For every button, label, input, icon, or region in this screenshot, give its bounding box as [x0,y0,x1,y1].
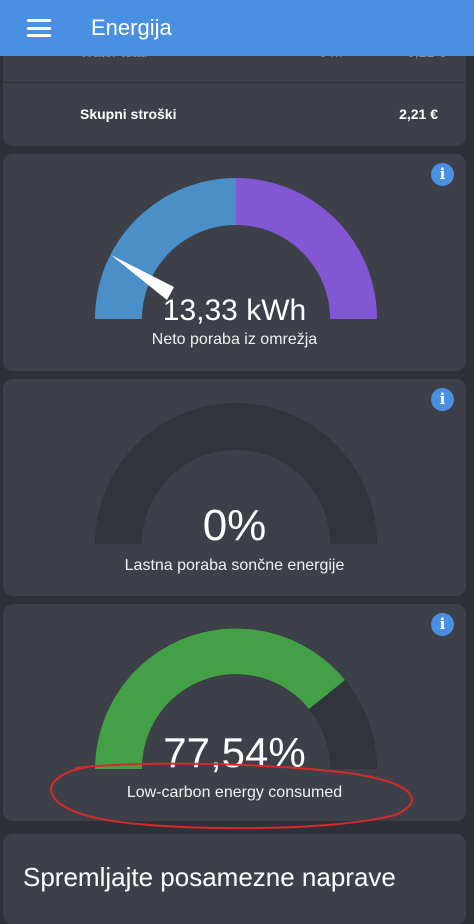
info-icon[interactable]: i [431,388,454,411]
solar-self-consumption-gauge-card: i 0% Lastna poraba sončne energije [3,379,466,596]
solar-self-consumption-value: 0% [202,501,267,550]
devices-card[interactable]: Spremljajte posamezne naprave [3,834,466,924]
hamburger-menu-icon[interactable] [27,19,51,37]
grid-consumption-gauge-card: i 13,33 kWh Neto poraba iz omrežja [3,154,466,371]
info-icon[interactable]: i [431,613,454,636]
top-app-bar: Energija [0,0,474,56]
page-title: Energija [91,15,172,40]
info-icon[interactable]: i [431,163,454,186]
low-carbon-value: 77,54% [163,729,306,776]
divider [3,82,466,83]
cost-total-value: 2,21 € [399,106,438,122]
cost-total-label: Skupni stroški [80,106,177,122]
devices-title: Spremljajte posamezne naprave [23,862,396,892]
low-carbon-gauge-card: i 77,54% Low-carbon energy consumed [3,604,466,821]
grid-consumption-label: Neto poraba iz omrežja [151,331,318,348]
solar-self-consumption-label: Lastna poraba sončne energije [124,557,345,574]
low-carbon-label: Low-carbon energy consumed [126,784,343,801]
grid-consumption-value: 13,33 kWh [162,294,307,327]
cost-row-total: Skupni stroški 2,21 € [80,106,438,122]
